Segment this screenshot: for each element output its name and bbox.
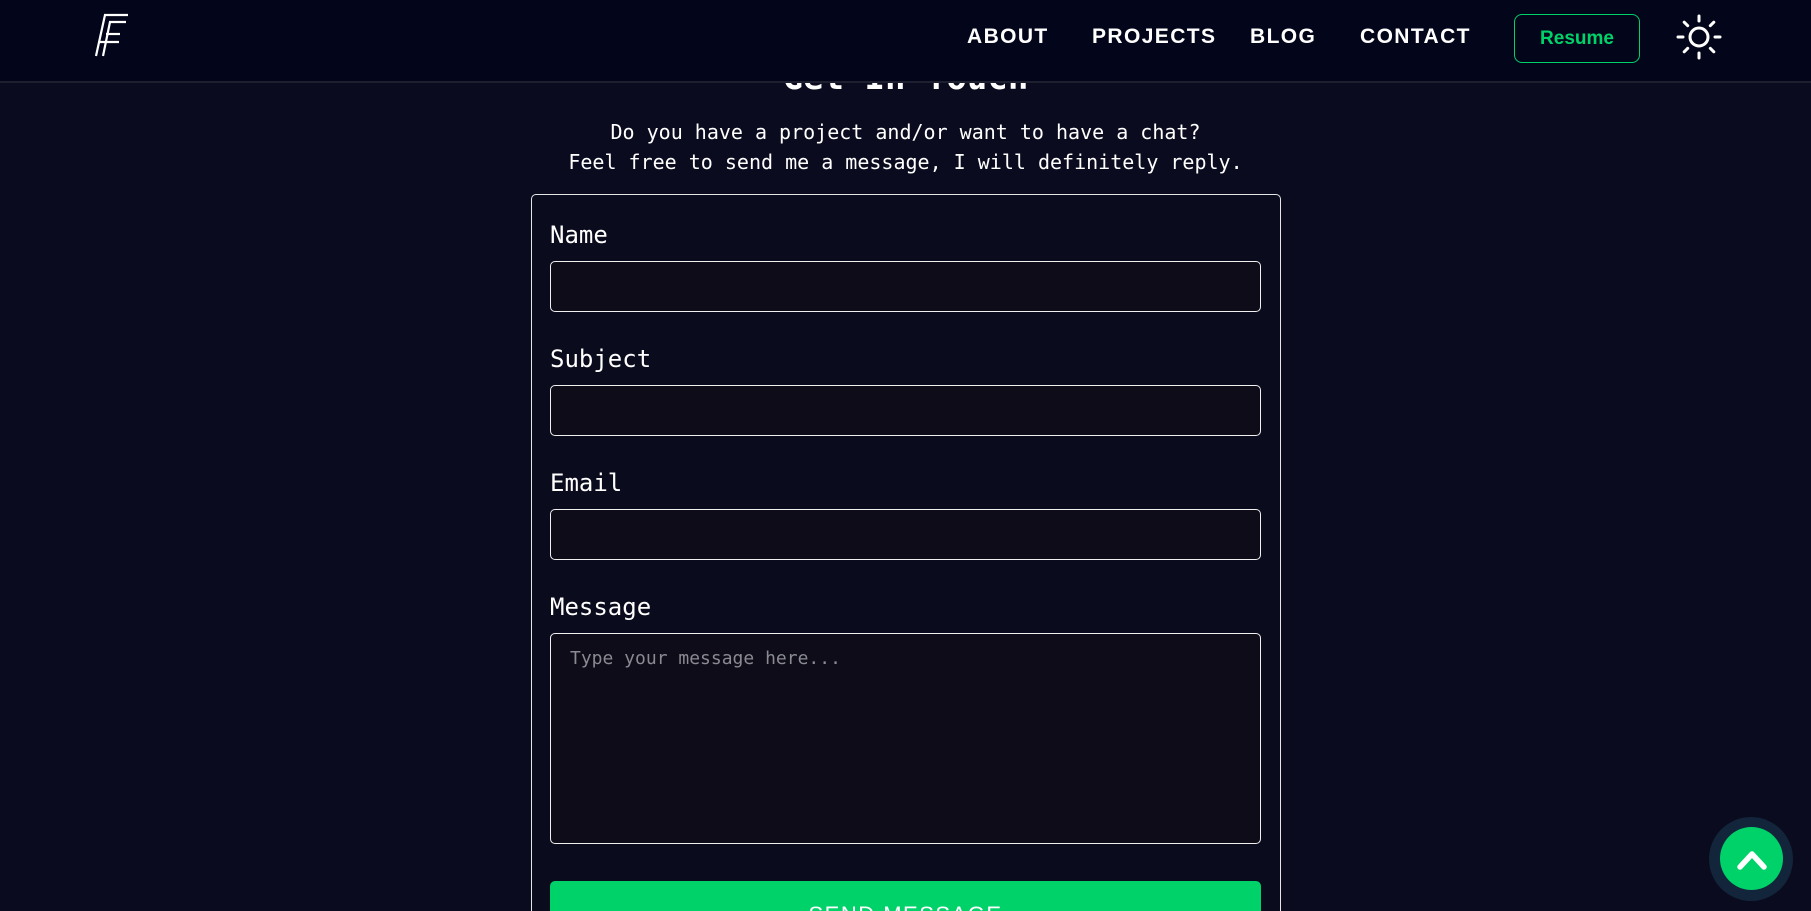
nav-link-projects[interactable]: PROJECTS: [1092, 25, 1216, 49]
name-label: Name: [550, 221, 608, 249]
intro-text: Do you have a project and/or want to hav…: [0, 117, 1811, 177]
nav-link-about[interactable]: ABOUT: [967, 25, 1049, 49]
intro-line-2: Feel free to send me a message, I will d…: [568, 150, 1243, 174]
contact-form: Name Subject Email Message SEND MESSAGE: [531, 194, 1281, 911]
nav-link-contact[interactable]: CONTACT: [1360, 25, 1471, 49]
chevron-up-icon: [1736, 850, 1767, 870]
site-header: ABOUT PROJECTS BLOG CONTACT Resume: [0, 0, 1811, 83]
email-input[interactable]: [550, 509, 1261, 560]
sun-icon[interactable]: [1676, 14, 1722, 60]
nav-link-blog[interactable]: BLOG: [1250, 25, 1316, 49]
subject-label: Subject: [550, 345, 652, 373]
name-input[interactable]: [550, 261, 1261, 312]
subject-input[interactable]: [550, 385, 1261, 436]
message-label: Message: [550, 593, 652, 621]
message-textarea[interactable]: [550, 633, 1261, 844]
email-label: Email: [550, 469, 623, 497]
scroll-top-button[interactable]: [1720, 827, 1783, 890]
send-message-button[interactable]: SEND MESSAGE: [550, 881, 1261, 911]
ff-logo-icon[interactable]: [86, 12, 132, 58]
intro-line-1: Do you have a project and/or want to hav…: [610, 120, 1201, 144]
resume-button[interactable]: Resume: [1514, 14, 1640, 63]
